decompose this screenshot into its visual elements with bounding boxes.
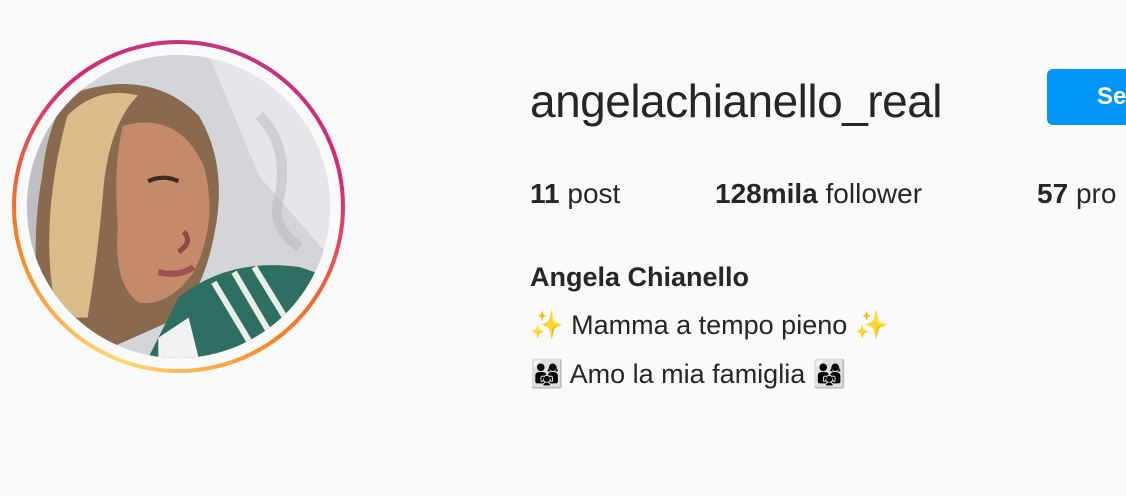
bio-line: ✨ Mamma a tempo pieno ✨ <box>530 310 889 340</box>
following-label: pro <box>1075 178 1117 209</box>
profile-username: angelachianello_real <box>530 75 943 127</box>
avatar-frame <box>16 44 341 369</box>
followers-count: 128mila <box>715 178 818 209</box>
stat-followers[interactable]: 128mila follower <box>715 174 922 214</box>
stat-posts: 11 post <box>530 174 620 214</box>
story-ring[interactable] <box>12 40 345 373</box>
profile-full-name: Angela Chianello <box>530 262 750 292</box>
posts-label: post <box>567 178 621 209</box>
following-count: 57 <box>1037 178 1069 209</box>
posts-count: 11 <box>530 178 560 209</box>
follow-button[interactable]: Se <box>1047 69 1126 125</box>
followers-label: follower <box>825 178 923 209</box>
profile-photo <box>27 55 330 358</box>
avatar[interactable] <box>27 55 330 358</box>
stat-following[interactable]: 57 pro <box>1037 174 1116 214</box>
bio-line: 👨‍👩‍👧 Amo la mia famiglia 👨‍👩‍👧 <box>530 359 847 389</box>
